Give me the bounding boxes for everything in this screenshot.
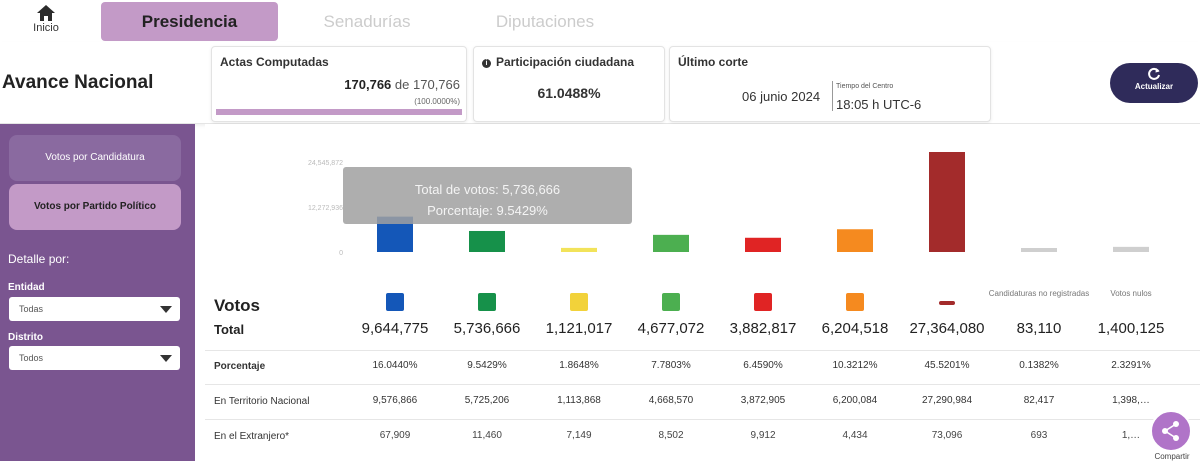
divider <box>205 419 1200 420</box>
bar-votos-nulos[interactable] <box>1113 246 1149 252</box>
participacion-card: i Participación ciudadana 61.0488% <box>473 46 665 122</box>
actas-of: de <box>394 77 410 92</box>
tooltip-percent: Porcentaje: 9.5429% <box>427 203 548 218</box>
tooltip-total: Total de votos: 5,736,666 <box>414 182 561 197</box>
ultimo-corte-title: Último corte <box>678 55 749 69</box>
page-title: Avance Nacional <box>2 72 154 93</box>
divider <box>205 350 1200 351</box>
chart-tooltip: Total de votos: 5,736,666 Porcentaje: 9.… <box>343 167 632 224</box>
actas-title: Actas Computadas <box>220 55 329 69</box>
bar-candidaturas-no-registradas[interactable] <box>1021 248 1057 252</box>
tab-presidencia[interactable]: Presidencia <box>101 2 278 41</box>
bar-pri[interactable] <box>469 230 505 252</box>
home-link[interactable]: Inicio <box>22 4 70 34</box>
corte-date: 06 junio 2024 <box>742 89 821 104</box>
bar-pt[interactable] <box>745 237 781 252</box>
refresh-label: Actualizar <box>1134 82 1174 91</box>
tab-senadurias[interactable]: Senadurías <box>278 2 456 41</box>
home-label: Inicio <box>33 22 59 34</box>
distrito-select[interactable]: Todos <box>9 346 180 370</box>
divider <box>205 384 1200 385</box>
corte-timezone-label: Tiempo del Centro <box>836 83 894 90</box>
column-header: Votos nulos <box>1076 287 1186 319</box>
tab-diputaciones[interactable]: Diputaciones <box>456 2 634 41</box>
summary-header: Avance Nacional Actas Computadas 170,766… <box>0 42 1200 124</box>
votos-partido-button[interactable]: Votos por Partido Político <box>9 184 181 230</box>
chevron-down-icon <box>160 355 172 362</box>
info-icon[interactable]: i <box>482 59 491 68</box>
actas-computed: 170,766 <box>344 77 392 92</box>
bar-mc[interactable] <box>837 229 873 252</box>
pt-logo <box>754 293 772 311</box>
y-tick-label: 0 <box>339 250 343 257</box>
refresh-icon <box>1148 67 1160 80</box>
pan-logo <box>386 293 404 311</box>
share-label: Compartir <box>1154 452 1190 461</box>
porcentaje-label: Porcentaje <box>214 361 266 372</box>
total-votes-cell: 1,400,125 <box>1097 320 1165 337</box>
votos-label: Votos <box>214 296 260 315</box>
actas-value: 170,766 de 170,766 <box>344 77 460 92</box>
bar-morena[interactable] <box>929 152 965 252</box>
top-nav: Inicio Presidencia Senadurías Diputacion… <box>0 0 1200 42</box>
total-label: Total <box>214 322 245 337</box>
home-icon <box>37 5 55 21</box>
nacional-label: En Territorio Nacional <box>214 396 310 407</box>
column-header-label: Votos nulos <box>1110 289 1152 298</box>
entidad-value: Todas <box>19 304 44 314</box>
bar-pvem[interactable] <box>653 234 689 252</box>
refresh-button[interactable]: Actualizar <box>1110 63 1198 103</box>
actas-progress-bar <box>216 109 462 115</box>
ultimo-corte-card: Último corte 06 junio 2024 Tiempo del Ce… <box>669 46 991 122</box>
pvem-logo <box>662 293 680 311</box>
chevron-down-icon <box>160 306 172 313</box>
pri-logo <box>478 293 496 311</box>
share-button[interactable] <box>1150 410 1192 452</box>
main-content: 24,545,872 12,272,936 0 Total de votos: 5,… <box>205 124 1200 461</box>
actas-progress-fill <box>216 109 462 115</box>
extranjero-label: En el Extranjero* <box>214 431 290 442</box>
prd-logo <box>570 293 588 311</box>
mc-logo <box>846 293 864 311</box>
entidad-select[interactable]: Todas <box>9 297 180 321</box>
actas-card: Actas Computadas 170,766 de 170,766 (100… <box>211 46 467 122</box>
bar-prd[interactable] <box>561 247 597 252</box>
sidebar: Votos por Candidatura Votos por Partido … <box>0 124 195 461</box>
participacion-value: 61.0488% <box>537 85 601 101</box>
corte-time: 18:05 h UTC-6 <box>836 97 922 112</box>
distrito-value: Todos <box>19 353 44 363</box>
nacional-cell: 1,398,… <box>1112 395 1150 406</box>
share-icon <box>1162 421 1179 441</box>
morena-logo <box>939 301 955 305</box>
corte-divider <box>832 81 833 111</box>
y-tick-label: 24,545,872 <box>308 160 343 167</box>
votos-candidatura-button[interactable]: Votos por Candidatura <box>9 135 181 181</box>
actas-percent: (100.0000%) <box>414 97 460 106</box>
distrito-label: Distrito <box>8 332 43 343</box>
detalle-label: Detalle por: <box>8 252 70 266</box>
percent-cell: 2.3291% <box>1111 360 1151 371</box>
participacion-title: Participación ciudadana <box>496 55 635 69</box>
entidad-label: Entidad <box>8 282 45 293</box>
actas-total: 170,766 <box>413 77 460 92</box>
y-tick-label: 12,272,936 <box>308 205 343 212</box>
